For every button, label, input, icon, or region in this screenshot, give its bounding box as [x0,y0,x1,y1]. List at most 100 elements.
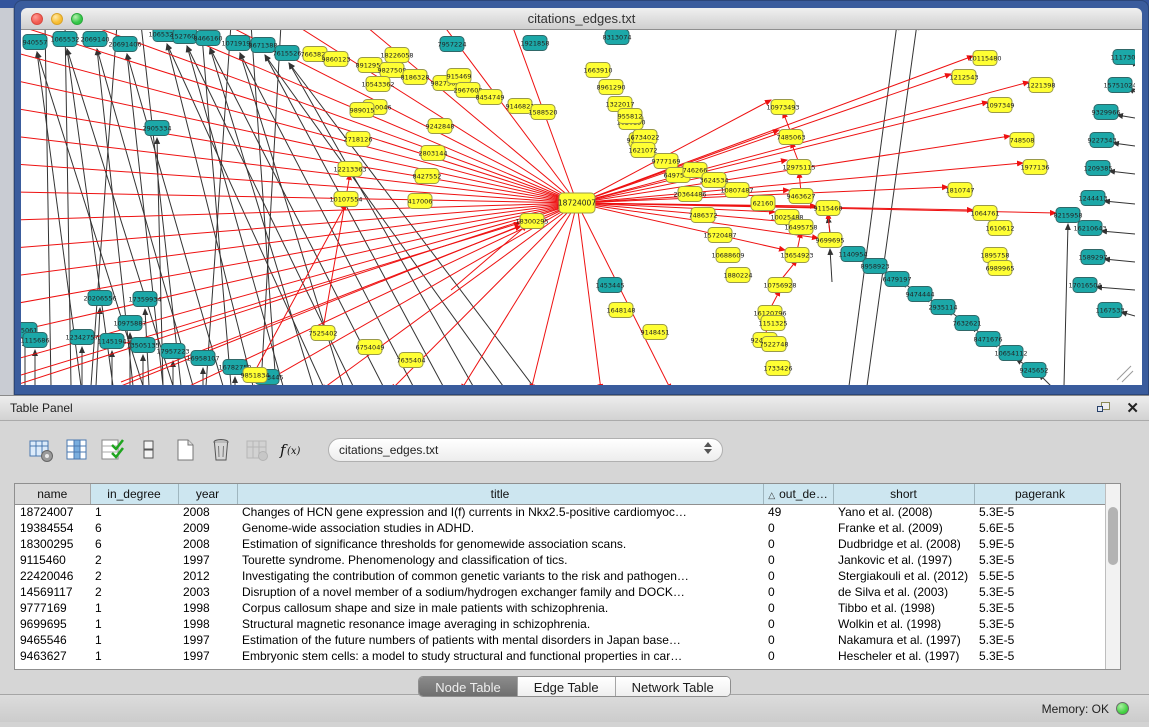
column-header-in-degree[interactable]: in_degree [90,484,178,504]
table-select-dropdown[interactable]: citations_edges.txt [328,438,723,462]
zoom-window-button[interactable] [71,13,83,25]
graph-node[interactable] [973,51,997,66]
graph-node[interactable] [346,132,370,147]
graph-node[interactable] [1108,78,1132,93]
graph-node[interactable] [350,103,374,118]
graph-node[interactable] [586,63,610,78]
column-header-out-de-[interactable]: △out_de… [763,484,833,504]
graph-node[interactable] [1056,208,1080,223]
graph-node[interactable] [785,248,809,263]
graph-node[interactable] [145,121,169,136]
graph-node[interactable] [726,268,750,283]
graph-node[interactable] [113,37,137,52]
graph-node[interactable] [440,37,464,52]
graph-node[interactable] [955,316,979,331]
graph-node[interactable] [403,70,427,85]
graph-node[interactable] [456,83,480,98]
graph-node[interactable] [133,292,157,307]
graph-node[interactable] [768,278,792,293]
graph-node[interactable] [478,90,502,105]
graph-node[interactable] [447,69,471,84]
graph-node[interactable] [358,340,382,355]
graph-node[interactable] [766,361,790,376]
graph-node[interactable] [931,300,955,315]
table-row[interactable]: 977716911998Corpus callosum shape and si… [15,600,1105,616]
graph-node[interactable] [841,247,865,262]
table-row[interactable]: 1872400712008Changes of HCN gene express… [15,504,1105,520]
table-row[interactable]: 2242004622012Investigating the contribut… [15,568,1105,584]
graph-node[interactable] [787,160,811,175]
graph-node[interactable] [598,278,622,293]
network-graph[interactable]: 9405571065532206914020691406106532871527… [21,30,1135,385]
select-rows-icon[interactable] [98,435,128,465]
graph-node[interactable] [708,228,732,243]
column-header-name[interactable]: name [15,484,90,504]
float-panel-icon[interactable] [1097,402,1112,415]
graph-node[interactable] [1081,250,1105,265]
window-titlebar[interactable]: citations_edges.txt [21,8,1142,30]
graph-node[interactable] [1081,191,1105,206]
graph-node[interactable] [303,47,327,62]
graph-node[interactable] [691,208,715,223]
graph-node[interactable] [973,206,997,221]
graph-node[interactable] [654,154,678,169]
tab-network-table[interactable]: Network Table [616,677,730,696]
column-header-year[interactable]: year [178,484,237,504]
graph-node[interactable] [988,221,1012,236]
table-row[interactable]: 969969511998Structural magnetic resonanc… [15,616,1105,632]
graph-node[interactable] [196,31,220,46]
graph-node[interactable] [762,337,786,352]
table-row[interactable]: 1456911722003Disruption of a novel membe… [15,584,1105,600]
graph-node[interactable] [523,36,547,51]
graph-node[interactable] [988,261,1012,276]
graph-node[interactable] [771,100,795,115]
graph-node[interactable] [1094,105,1118,120]
minimize-window-button[interactable] [51,13,63,25]
create-column-icon[interactable] [170,435,200,465]
graph-node[interactable] [385,48,409,63]
graph-node[interactable] [789,220,813,235]
graph-node[interactable] [1029,78,1053,93]
table-mode-icon[interactable] [26,435,56,465]
graph-node[interactable] [83,32,107,47]
column-header-pagerank[interactable]: pagerank [974,484,1105,504]
graph-node[interactable] [1078,221,1102,236]
vertical-scrollbar[interactable] [1105,484,1120,669]
delete-column-icon[interactable] [206,435,236,465]
graph-node[interactable] [53,32,77,47]
graph-node[interactable] [605,30,629,45]
graph-node[interactable] [988,98,1012,113]
network-canvas[interactable]: 9405571065532206914020691406106532871527… [21,30,1142,385]
graph-node[interactable] [631,143,655,158]
graph-node[interactable] [399,353,423,368]
graph-node[interactable] [618,109,642,124]
graph-node[interactable] [161,344,185,359]
graph-node[interactable] [948,183,972,198]
tab-node-table[interactable]: Node Table [419,677,518,696]
row-height-icon[interactable] [134,435,164,465]
graph-node[interactable] [520,214,544,229]
graph-node[interactable] [131,338,155,353]
table-row[interactable]: 1830029562008Estimation of significance … [15,536,1105,552]
graph-node[interactable] [1086,161,1110,176]
delete-table-icon[interactable] [242,435,272,465]
graph-node[interactable] [885,272,909,287]
graph-node[interactable] [358,58,382,73]
graph-node[interactable] [1073,278,1097,293]
graph-node[interactable] [311,326,335,341]
graph-node[interactable] [324,52,348,67]
graph-node[interactable] [725,183,749,198]
graph-node[interactable] [173,30,197,44]
graph-node[interactable] [226,36,250,51]
graph-node[interactable] [1090,133,1114,148]
graph-node[interactable] [609,303,633,318]
graph-node[interactable] [275,46,299,61]
close-panel-icon[interactable]: ✕ [1126,401,1139,416]
show-columns-icon[interactable] [62,435,92,465]
graph-node[interactable] [23,35,47,50]
graph-node[interactable] [716,248,740,263]
graph-node[interactable] [818,233,842,248]
graph-node[interactable] [338,162,362,177]
graph-node[interactable] [421,146,445,161]
hub-node[interactable] [559,193,595,213]
